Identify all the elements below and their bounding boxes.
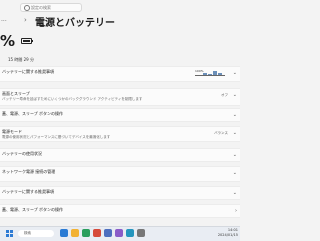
battery-level-fill (23, 40, 31, 42)
taskbar-search[interactable]: 検索 (18, 230, 54, 237)
usage-bar (203, 73, 207, 75)
battery-remaining: 15 時間 29 分 (8, 57, 34, 62)
windows-start-icon[interactable] (6, 230, 13, 237)
settings-card-6[interactable]: バッテリーに関する推奨事項 ⌄ (0, 186, 240, 200)
card-value[interactable]: バランス (214, 131, 228, 136)
chevron-right-icon: › (235, 208, 237, 214)
card-title: 蓋、電源、スリープ ボタンの操作 (2, 207, 64, 212)
tray-date: 2024/01/15 (217, 233, 238, 237)
card-subtitle: バッテリー寿命を延ばすためにいくつかのバックグラウンド アクティビティを制限しま… (2, 97, 143, 101)
settings-card-5[interactable]: ネットワーク電源 接続の管理 ⌄ (0, 166, 240, 182)
chevron-down-icon: ⌄ (232, 130, 237, 136)
card-subtitle: 電源の使用状況とパフォーマンスに基づいてデバイスを最適化します (2, 135, 111, 139)
card-title: バッテリーに関する推奨事項 (2, 189, 54, 194)
card-title: バッテリーの使用状況 (2, 151, 42, 156)
chevron-down-icon: ⌄ (232, 190, 237, 196)
settings-card-7[interactable]: 蓋、電源、スリープ ボタンの操作 › (0, 204, 240, 218)
card-value: オフ (221, 93, 228, 97)
chevron-down-icon: ⌄ (232, 70, 237, 76)
taskbar-app-icon[interactable] (60, 229, 68, 237)
breadcrumb-separator-icon: › (24, 16, 27, 24)
taskbar-app-icon[interactable] (82, 229, 90, 237)
usage-bar (208, 74, 212, 75)
taskbar: 検索 14:01 2024/01/15 (0, 226, 240, 241)
taskbar-app-icon[interactable] (71, 229, 79, 237)
system-tray[interactable]: 14:01 2024/01/15 (218, 228, 238, 238)
settings-card-2[interactable]: 蓋、電源、スリープ ボタンの操作 ⌄ (0, 108, 240, 122)
battery-icon (21, 38, 33, 44)
taskbar-app-icon[interactable] (126, 229, 134, 237)
chevron-down-icon: ⌄ (232, 152, 237, 158)
card-title: バッテリーに関する推奨事項 (2, 69, 54, 74)
chevron-down-icon: ⌄ (232, 170, 237, 176)
search-box[interactable]: 設定の検索 (20, 3, 82, 12)
battery-tip (32, 40, 33, 42)
breadcrumb: ... › 電源とバッテリー (0, 13, 240, 29)
usage-bar (213, 71, 217, 75)
breadcrumb-parent[interactable]: ... (1, 16, 7, 23)
window-top-bar: 設定の検索 (0, 0, 240, 14)
settings-card-4[interactable]: バッテリーの使用状況 ⌄ (0, 148, 240, 162)
battery-percent: % (0, 32, 16, 50)
taskbar-app-icon[interactable] (115, 229, 123, 237)
page-title: 電源とバッテリー (35, 18, 115, 29)
settings-card-3[interactable]: 電源モード 電源の使用状況とパフォーマンスに基づいてデバイスを最適化します バラ… (0, 126, 240, 142)
usage-chart: 100% (195, 69, 225, 76)
card-title: ネットワーク電源 接続の管理 (2, 169, 56, 174)
settings-card-1[interactable]: 画面とスリープ バッテリー寿命を延ばすためにいくつかのバックグラウンド アクティ… (0, 88, 240, 106)
card-title: 蓋、電源、スリープ ボタンの操作 (2, 111, 64, 116)
usage-bar (218, 73, 222, 75)
search-icon (24, 5, 30, 11)
usage-chart-axis (195, 75, 225, 76)
taskbar-app-icon[interactable] (93, 229, 101, 237)
settings-card-0[interactable]: バッテリーに関する推奨事項 100% ⌄ (0, 66, 240, 82)
taskbar-app-icon[interactable] (104, 229, 112, 237)
taskbar-app-icon[interactable] (137, 229, 145, 237)
search-input[interactable]: 設定の検索 (31, 5, 51, 11)
chevron-down-icon: ⌄ (232, 92, 237, 98)
chevron-down-icon: ⌄ (232, 112, 237, 118)
